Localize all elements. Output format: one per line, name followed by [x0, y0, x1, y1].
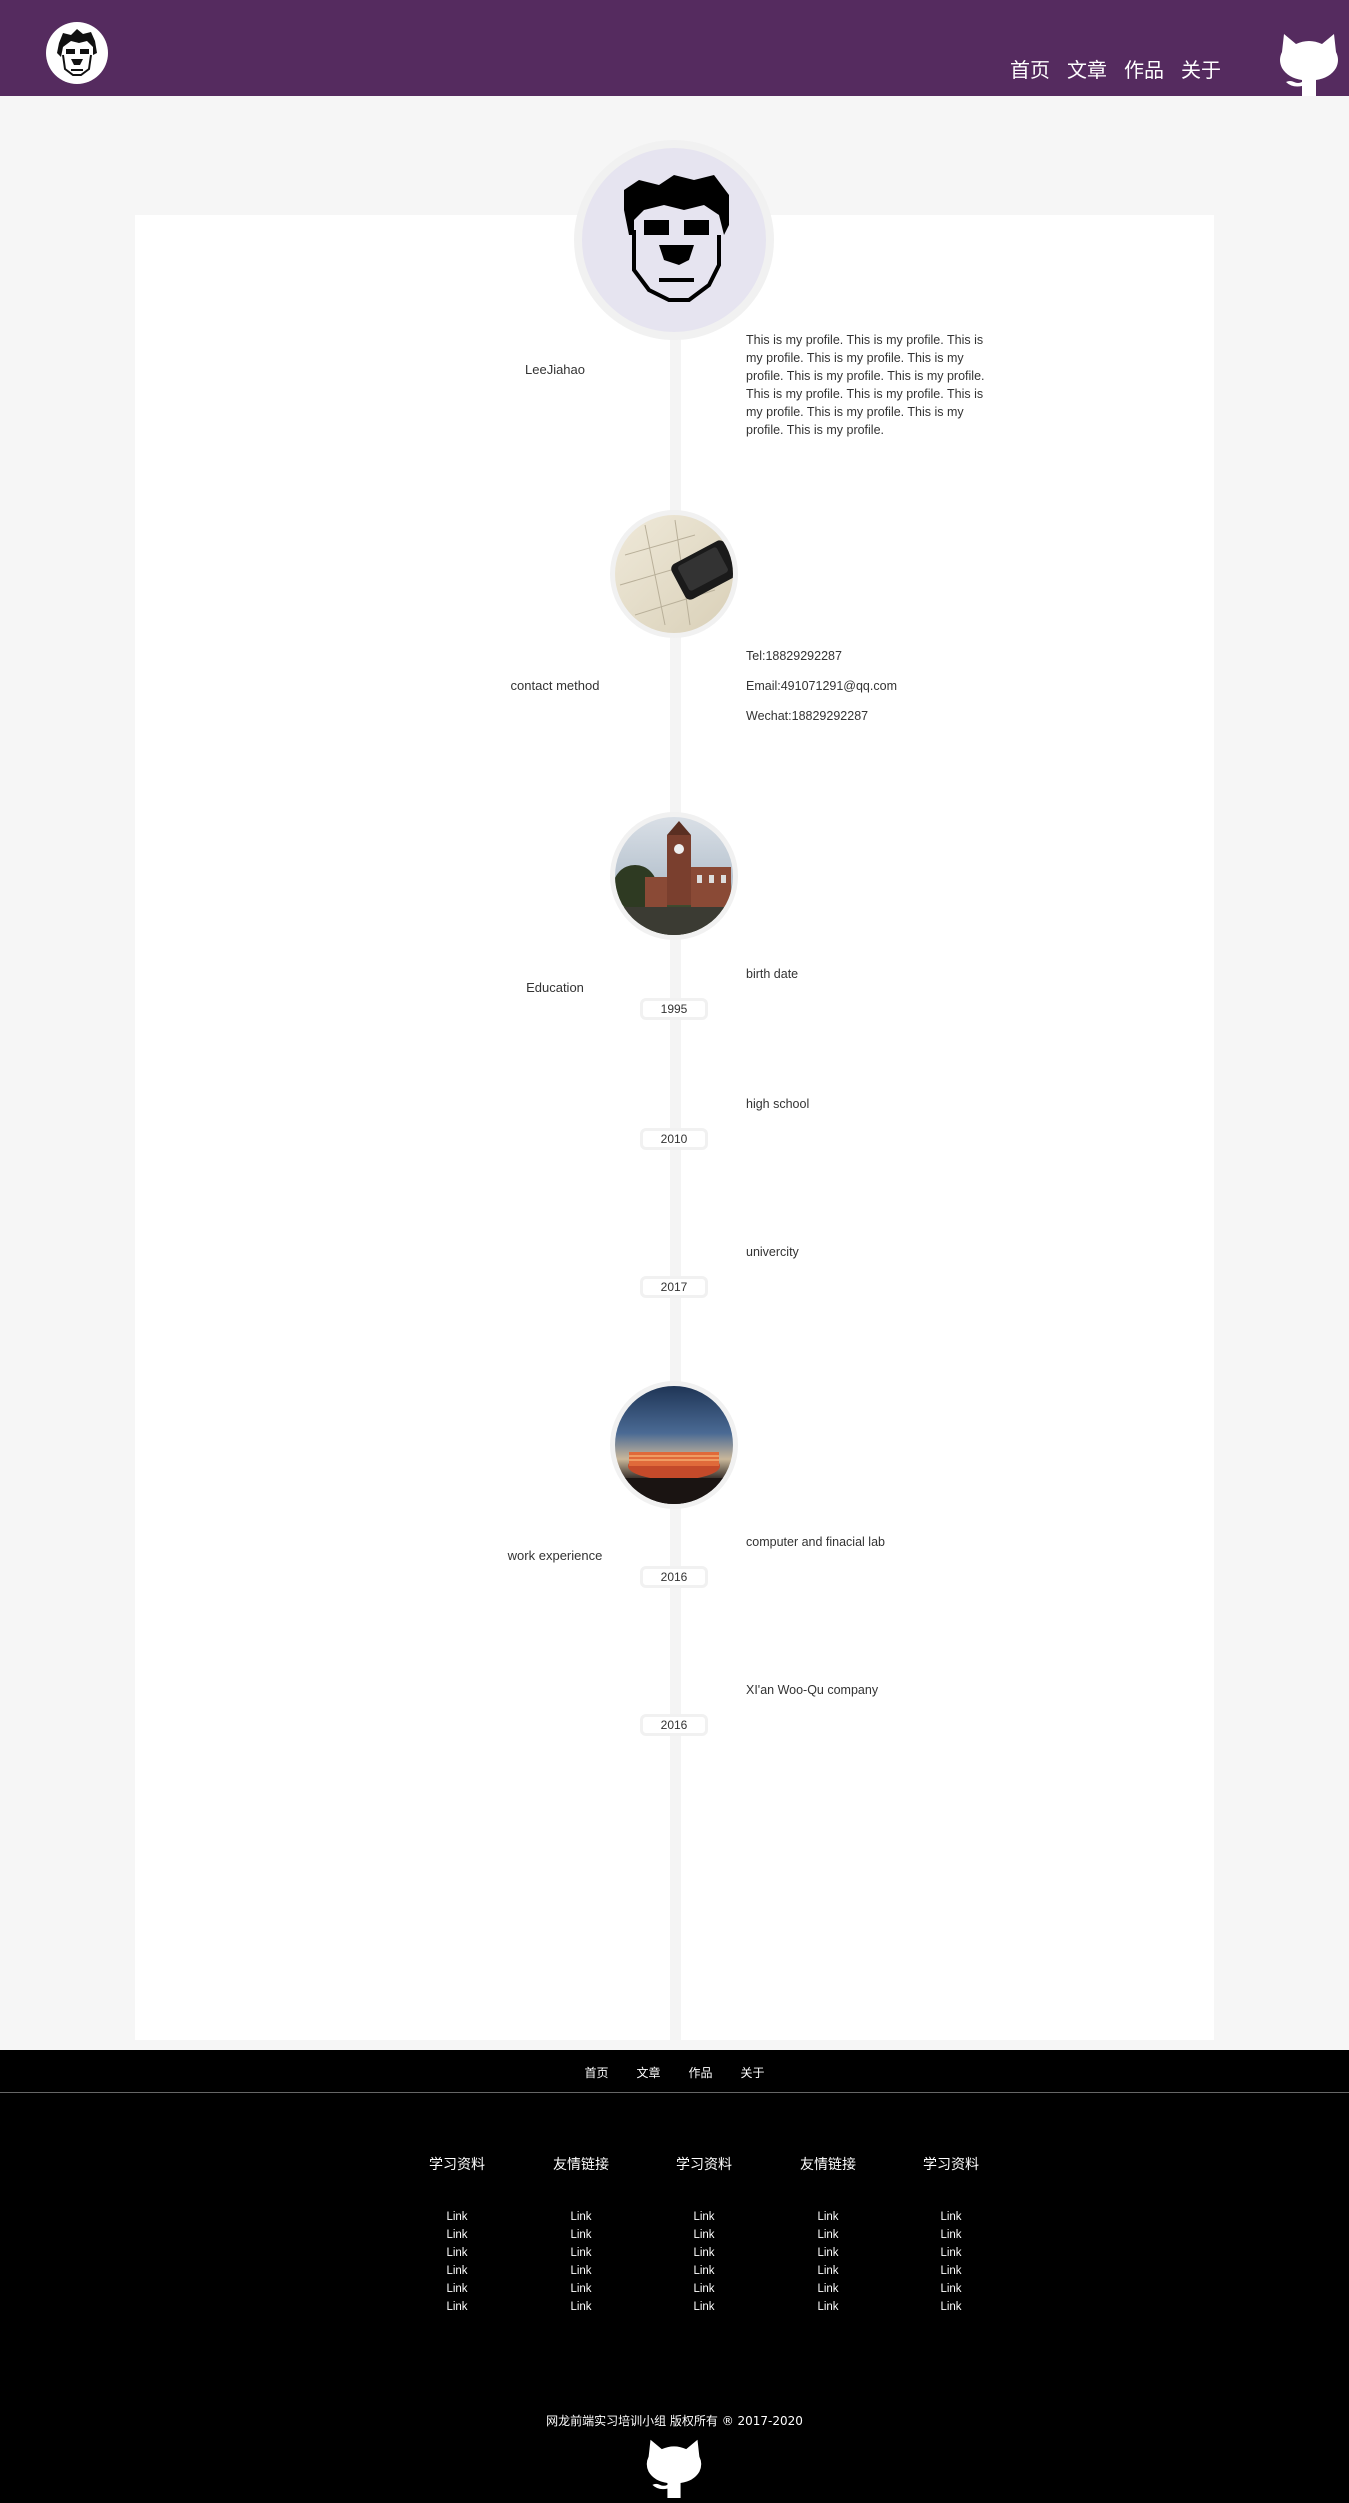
avatar-face-icon [57, 29, 97, 76]
footer-link[interactable]: Link [531, 2208, 631, 2226]
footer-link[interactable]: Link [407, 2262, 507, 2280]
footer-link[interactable]: Link [901, 2280, 1001, 2298]
education-image [610, 812, 738, 940]
work-item-title: computer and finacial lab [746, 1535, 885, 1549]
education-item-title: high school [746, 1097, 810, 1111]
contact-image [610, 510, 738, 638]
education-item-title: birth date [746, 967, 799, 981]
footer-nav-works[interactable]: 作品 [689, 2064, 713, 2081]
education-item-year: 2010 [640, 1128, 708, 1150]
work-image [610, 1381, 738, 1509]
footer-nav-home[interactable]: 首页 [584, 2064, 608, 2081]
education-label: Education [526, 980, 584, 995]
footer-column-title: 学习资料 [676, 2157, 732, 2173]
footer-link[interactable]: Link [654, 2262, 754, 2280]
footer-link[interactable]: Link [407, 2208, 507, 2226]
footer-link[interactable]: Link [778, 2244, 878, 2262]
profile-name: LeeJiahao [525, 362, 585, 377]
footer-link[interactable]: Link [531, 2298, 631, 2316]
footer-nav-about[interactable]: 关于 [741, 2064, 765, 2081]
main-nav: 首页 文章 作品 关于 [1010, 54, 1221, 83]
footer-column-title: 学习资料 [923, 2157, 979, 2173]
footer-column: 学习资料 Link Link Link Link Link Link [407, 2154, 507, 2316]
footer-link[interactable]: Link [407, 2244, 507, 2262]
footer-link[interactable]: Link [778, 2298, 878, 2316]
education-item-year: 2017 [640, 1276, 708, 1298]
github-octocat-icon[interactable] [1276, 30, 1342, 96]
contact-tel: Tel:18829292287 [746, 649, 842, 663]
contact-email: Email:491071291@qq.com [746, 679, 897, 693]
work-item-year: 2016 [640, 1714, 708, 1736]
footer-link[interactable]: Link [778, 2208, 878, 2226]
work-item-year: 2016 [640, 1566, 708, 1588]
footer-column-title: 学习资料 [429, 2157, 485, 2173]
footer-column-title: 友情链接 [800, 2157, 856, 2173]
work-label: work experience [507, 1548, 603, 1563]
logo-avatar[interactable] [46, 22, 108, 84]
pixel-face-icon [624, 175, 729, 302]
footer-nav: 首页 文章 作品 关于 [0, 2064, 1349, 2081]
footer-nav-articles[interactable]: 文章 [636, 2064, 660, 2081]
footer-link[interactable]: Link [407, 2226, 507, 2244]
contact-label: contact method [510, 678, 600, 693]
footer-link[interactable]: Link [407, 2298, 507, 2316]
footer-link[interactable]: Link [901, 2298, 1001, 2316]
footer-link[interactable]: Link [901, 2262, 1001, 2280]
clock-tower-icon [615, 821, 733, 935]
footer-column: 友情链接 Link Link Link Link Link Link [778, 2154, 878, 2316]
site-header: 首页 文章 作品 关于 [0, 0, 1349, 96]
footer-link[interactable]: Link [901, 2226, 1001, 2244]
nav-about[interactable]: 关于 [1181, 54, 1221, 83]
work-item-title: XI'an Woo-Qu company [746, 1683, 879, 1697]
footer-link[interactable]: Link [407, 2280, 507, 2298]
night-building-icon [615, 1452, 733, 1504]
footer-link[interactable]: Link [778, 2280, 878, 2298]
footer-divider [0, 2092, 1349, 2093]
footer-link[interactable]: Link [654, 2244, 754, 2262]
github-octocat-icon[interactable] [643, 2436, 705, 2498]
copyright-text: 网龙前端实习培训小组 版权所有 ® 2017-2020 [546, 2414, 803, 2428]
footer-link[interactable]: Link [654, 2280, 754, 2298]
footer-column: 学习资料 Link Link Link Link Link Link [654, 2154, 754, 2316]
footer-column: 友情链接 Link Link Link Link Link Link [531, 2154, 631, 2316]
footer-link[interactable]: Link [654, 2208, 754, 2226]
profile-text: This is my profile. This is my profile. … [746, 333, 985, 437]
footer-link[interactable]: Link [778, 2226, 878, 2244]
footer-link[interactable]: Link [778, 2262, 878, 2280]
footer-link[interactable]: Link [531, 2262, 631, 2280]
contact-wechat: Wechat:18829292287 [746, 709, 869, 723]
nav-works[interactable]: 作品 [1124, 54, 1164, 83]
nav-home[interactable]: 首页 [1010, 54, 1050, 83]
footer-column: 学习资料 Link Link Link Link Link Link [901, 2154, 1001, 2316]
footer-column-title: 友情链接 [553, 2157, 609, 2173]
footer-link[interactable]: Link [654, 2298, 754, 2316]
education-item-year: 1995 [640, 998, 708, 1020]
profile-avatar [574, 140, 774, 340]
footer-link[interactable]: Link [901, 2208, 1001, 2226]
phone-on-blueprint-icon [619, 519, 733, 626]
footer-link[interactable]: Link [531, 2226, 631, 2244]
education-item-title: univercity [746, 1245, 799, 1259]
nav-articles[interactable]: 文章 [1067, 54, 1107, 83]
footer-link[interactable]: Link [531, 2280, 631, 2298]
footer-link[interactable]: Link [901, 2244, 1001, 2262]
footer-link[interactable]: Link [654, 2226, 754, 2244]
site-footer: 首页 文章 作品 关于 学习资料 Link Link Link Link Lin… [0, 2050, 1349, 2503]
footer-link[interactable]: Link [531, 2244, 631, 2262]
